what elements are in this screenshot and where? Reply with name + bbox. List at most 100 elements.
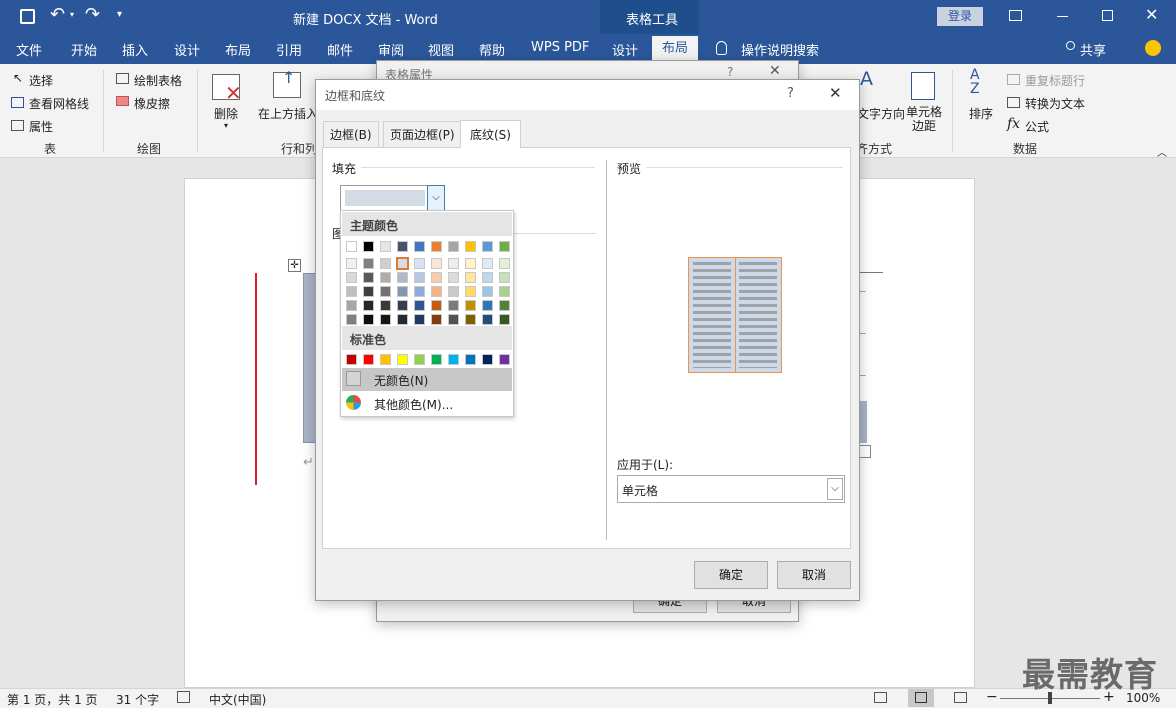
theme-color-swatch[interactable] [448,241,459,252]
select-button[interactable]: 选择 [29,72,53,89]
theme-shade-swatch[interactable] [431,300,442,311]
dialog-help-icon[interactable]: ? [787,86,794,101]
chevron-down-icon[interactable]: ⌵ [427,185,445,211]
maximize-icon[interactable] [1102,10,1113,21]
proofing-icon[interactable] [177,691,190,703]
tab-wps-pdf[interactable]: WPS PDF [531,40,589,55]
theme-shade-swatch[interactable] [482,258,493,269]
theme-shade-swatch[interactable] [465,286,476,297]
more-colors-option[interactable]: 其他颜色(M)... [374,396,453,413]
theme-shade-swatch[interactable] [363,286,374,297]
theme-shade-swatch[interactable] [448,258,459,269]
standard-color-swatch[interactable] [346,354,357,365]
tab-home[interactable]: 开始 [71,40,97,59]
theme-color-swatch[interactable] [499,241,510,252]
standard-color-swatch[interactable] [499,354,510,365]
table-right-cells[interactable] [859,401,867,443]
close-icon[interactable]: ✕ [1145,5,1158,24]
tab-mailings[interactable]: 邮件 [327,40,353,59]
theme-color-swatch[interactable] [363,241,374,252]
theme-shade-swatch[interactable] [448,286,459,297]
theme-shade-swatch[interactable] [414,286,425,297]
tab-design[interactable]: 设计 [174,40,200,59]
theme-shade-swatch[interactable] [346,300,357,311]
standard-color-swatch[interactable] [465,354,476,365]
theme-shade-swatch[interactable] [499,286,510,297]
tab-insert[interactable]: 插入 [122,40,148,59]
theme-shade-swatch[interactable] [465,258,476,269]
theme-shade-swatch[interactable] [414,314,425,325]
theme-shade-swatch[interactable] [363,258,374,269]
tab-view[interactable]: 视图 [428,40,454,59]
tab-help[interactable]: 帮助 [479,40,505,59]
minimize-icon[interactable] [1057,16,1068,17]
dialog-close-icon[interactable]: ✕ [829,84,842,102]
theme-shade-swatch[interactable] [363,300,374,311]
theme-shade-swatch[interactable] [431,272,442,283]
tab-borders[interactable]: 边框(B) [323,121,379,147]
theme-shade-swatch[interactable] [431,286,442,297]
redo-icon[interactable]: ↷ [85,4,100,25]
cancel-button[interactable]: 取消 [777,561,851,589]
tab-shading[interactable]: 底纹(S) [460,120,521,148]
theme-color-swatch[interactable] [380,241,391,252]
theme-shade-swatch[interactable] [346,272,357,283]
convert-to-text-button[interactable]: 转换为文本 [1025,95,1085,112]
theme-shade-swatch[interactable] [414,258,425,269]
undo-dropdown-icon[interactable]: ▾ [70,10,74,19]
table-move-handle-icon[interactable]: ✛ [288,259,301,272]
language-indicator[interactable]: 中文(中国) [209,691,266,708]
theme-shade-swatch[interactable] [414,300,425,311]
theme-shade-swatch[interactable] [397,272,408,283]
fill-color-dropdown[interactable]: ⌵ [340,185,445,211]
collapse-ribbon-icon[interactable]: ︿ [1157,144,1167,159]
view-gridlines-button[interactable]: 查看网格线 [29,95,89,112]
delete-button[interactable]: 删除 [214,105,238,122]
theme-shade-swatch[interactable] [499,258,510,269]
standard-color-swatch[interactable] [431,354,442,365]
theme-shade-swatch[interactable] [397,314,408,325]
smiley-icon[interactable] [1145,40,1161,56]
theme-color-swatch[interactable] [346,241,357,252]
eraser-button[interactable]: 橡皮擦 [134,95,170,112]
theme-shade-swatch[interactable] [448,272,459,283]
theme-shade-swatch[interactable] [431,258,442,269]
theme-shade-swatch[interactable] [499,314,510,325]
tab-page-border[interactable]: 页面边框(P) [383,121,462,147]
theme-shade-swatch[interactable] [482,300,493,311]
theme-shade-swatch[interactable] [482,272,493,283]
insert-above-button[interactable]: 在上方插入 [258,105,318,122]
theme-shade-swatch[interactable] [396,257,409,270]
theme-shade-swatch[interactable] [346,314,357,325]
zoom-out-icon[interactable]: − [986,689,998,705]
theme-shade-swatch[interactable] [465,314,476,325]
table-properties-help-icon[interactable]: ? [727,65,733,79]
theme-shade-swatch[interactable] [414,272,425,283]
text-direction-button[interactable]: 文字方向 [857,105,905,122]
standard-color-swatch[interactable] [448,354,459,365]
word-count[interactable]: 31 个字 [116,691,159,708]
apply-to-select[interactable]: 单元格 ⌵ [617,475,845,503]
theme-shade-swatch[interactable] [499,300,510,311]
tab-references[interactable]: 引用 [276,40,302,59]
ok-button[interactable]: 确定 [694,561,768,589]
repeat-header-button[interactable]: 重复标题行 [1025,72,1085,89]
tab-layout[interactable]: 布局 [225,40,251,59]
theme-shade-swatch[interactable] [380,314,391,325]
page-count[interactable]: 第 1 页，共 1 页 [7,691,98,708]
theme-shade-swatch[interactable] [363,314,374,325]
theme-shade-swatch[interactable] [448,314,459,325]
ribbon-display-icon[interactable] [1009,10,1022,21]
apply-to-chevron-icon[interactable]: ⌵ [827,478,843,500]
login-button[interactable]: 登录 [937,7,983,26]
read-mode-icon[interactable] [874,692,887,703]
share-button[interactable]: 共享 [1080,40,1106,59]
theme-color-swatch[interactable] [482,241,493,252]
standard-color-swatch[interactable] [380,354,391,365]
theme-shade-swatch[interactable] [482,314,493,325]
standard-color-swatch[interactable] [482,354,493,365]
standard-color-swatch[interactable] [363,354,374,365]
theme-color-swatch[interactable] [465,241,476,252]
theme-color-swatch[interactable] [414,241,425,252]
theme-shade-swatch[interactable] [465,272,476,283]
